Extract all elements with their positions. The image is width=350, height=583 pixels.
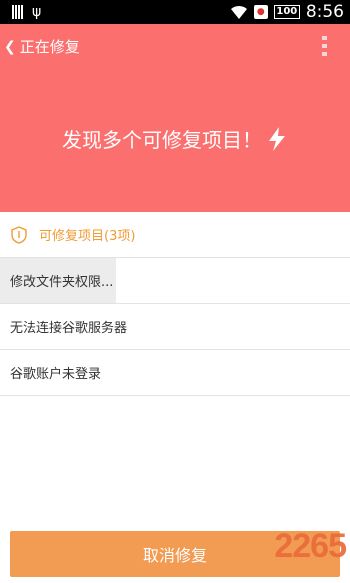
list-item-label: 无法连接谷歌服务器 xyxy=(10,321,128,336)
footer: 取消修复 2265 xyxy=(0,523,350,583)
notification-icon: ● xyxy=(253,5,268,19)
list-item[interactable]: 修改文件夹权限... xyxy=(0,258,350,304)
list-item[interactable]: 无法连接谷歌服务器 xyxy=(0,304,350,350)
battery-indicator: 100 xyxy=(273,5,300,19)
status-left: ψ xyxy=(12,4,41,20)
back-button[interactable]: ❮ 正在修复 xyxy=(4,36,80,57)
list-item-label: 谷歌账户未登录 xyxy=(10,367,102,382)
section-title: 可修复项目(3项) xyxy=(39,229,136,244)
page-title: 正在修复 xyxy=(19,38,80,56)
header-banner: ❮ 正在修复 发现多个可修复项目！ xyxy=(0,24,350,212)
clock: 8:56 xyxy=(305,2,344,22)
status-right: ● 100 8:56 xyxy=(230,2,344,22)
watermark-logo: 2265 xyxy=(274,527,347,565)
usb-icon: ψ xyxy=(32,4,42,20)
list-item-label: 修改文件夹权限... xyxy=(10,275,114,290)
shield-icon xyxy=(11,225,27,244)
overflow-menu-icon[interactable] xyxy=(322,36,328,56)
status-bar: ψ ● 100 8:56 xyxy=(0,0,350,24)
bars-icon xyxy=(12,5,24,19)
chevron-left-icon: ❮ xyxy=(4,38,16,55)
headline-text: 发现多个可修复项目！ xyxy=(62,128,262,152)
section-header: 可修复项目(3项) xyxy=(0,212,350,258)
lightning-icon xyxy=(269,126,285,151)
headline: 发现多个可修复项目！ xyxy=(0,124,350,153)
list-item[interactable]: 谷歌账户未登录 xyxy=(0,350,350,396)
cancel-button-label: 取消修复 xyxy=(142,546,207,565)
wifi-icon xyxy=(230,5,247,19)
